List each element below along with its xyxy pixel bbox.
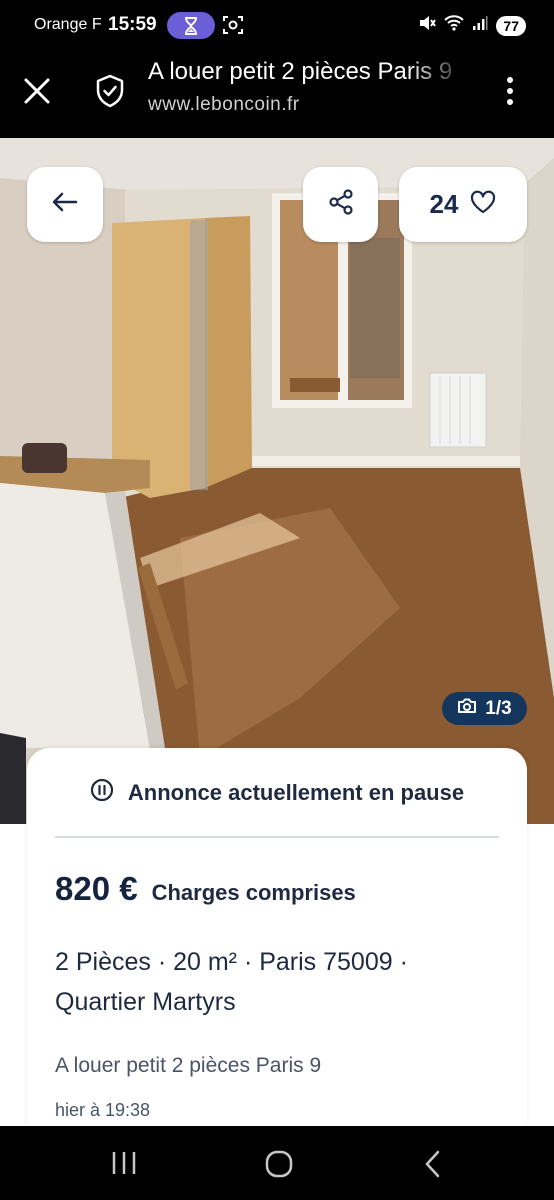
price-row: 820 € Charges comprises [55,870,356,908]
heart-icon [470,190,496,219]
share-button[interactable] [303,167,378,242]
shield-check-icon[interactable] [94,74,126,113]
favorite-button[interactable]: 24 [399,167,527,242]
price-note: Charges comprises [151,880,356,905]
signal-icon [472,15,488,36]
details-line-2: Quartier Martyrs [55,988,236,1016]
clock: 15:59 [108,14,157,35]
battery-level: 77 [496,15,526,36]
hourglass-icon [167,12,215,39]
wifi-icon [444,15,465,36]
listing-details: 2 Pièces · 20 m² · Paris 75009 · Quartie… [55,942,495,1022]
pause-status-text: Annonce actuellement en pause [127,779,465,805]
close-icon[interactable] [22,76,52,111]
screenshot-icon [222,15,244,40]
divider [55,836,499,838]
pause-banner: Annonce actuellement en pause [27,778,527,807]
system-nav-bar [0,1126,554,1200]
pause-icon [90,778,114,807]
mute-icon [418,14,437,37]
photo-counter-label: 1/3 [485,697,512,719]
arrow-left-icon [52,192,78,217]
nav-back-icon[interactable] [423,1150,443,1183]
listing-card: Annonce actuellement en pause 820 € Char… [27,748,527,1126]
home-icon[interactable] [265,1150,293,1183]
photo-counter[interactable]: 1/3 [442,692,527,725]
price: 820 € [55,870,138,907]
browser-bar: A louer petit 2 pièces Paris 9 www.lebon… [0,52,554,138]
page-title: A louer petit 2 pièces Paris 9 [148,58,453,85]
carrier-label: Orange F [34,16,102,33]
recents-icon[interactable] [111,1150,137,1181]
listing-title: A louer petit 2 pièces Paris 9 [55,1054,322,1077]
status-icons: 77 [418,14,526,37]
page-url[interactable]: www.leboncoin.fr [148,94,300,116]
camera-icon [457,698,477,720]
back-button[interactable] [27,167,103,242]
listing-date: hier à 19:38 [55,1100,151,1120]
status-bar: Orange F 15:59 77 [0,0,554,52]
details-line-1: 2 Pièces · 20 m² · Paris 75009 · [55,948,408,976]
favorites-count: 24 [429,189,459,219]
share-icon [328,189,354,220]
more-vert-icon[interactable] [506,76,514,111]
